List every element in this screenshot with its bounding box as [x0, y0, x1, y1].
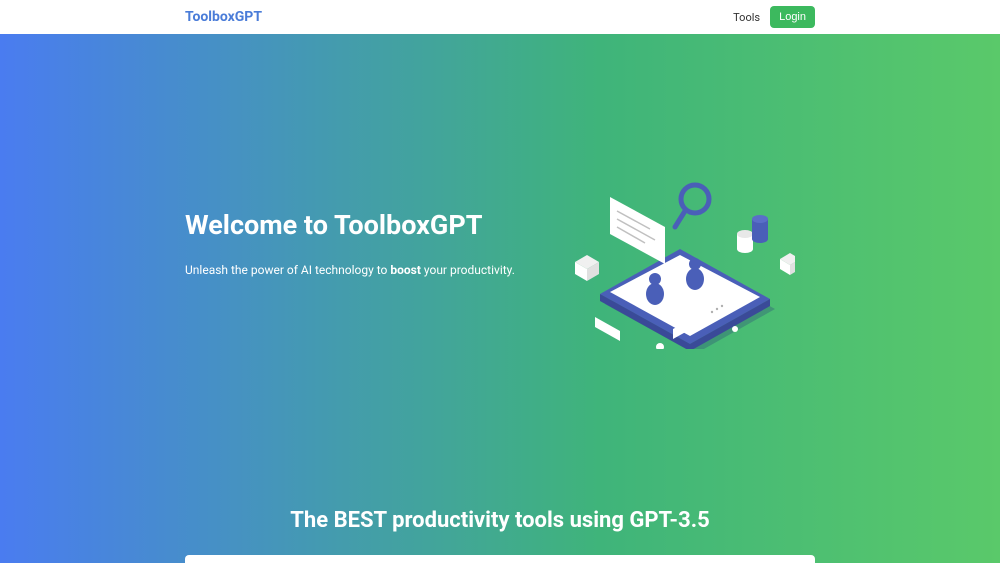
dot-icon: [656, 343, 664, 349]
cube-right-icon: [780, 253, 795, 275]
cube-left-icon: [575, 255, 599, 281]
hero-illustration: [565, 149, 795, 349]
hero-section: Welcome to ToolboxGPT Unleash the power …: [0, 34, 1000, 563]
navbar: ToolboxGPT Tools Login: [0, 0, 1000, 34]
magnifier-icon: [675, 185, 709, 227]
small-card-icon: [595, 317, 620, 341]
brand-logo[interactable]: ToolboxGPT: [185, 9, 262, 25]
hero-subtitle-bold: boost: [390, 263, 421, 277]
dot-icon: [732, 326, 738, 332]
content-box: [185, 555, 815, 563]
login-button[interactable]: Login: [770, 6, 815, 28]
hero-content: Welcome to ToolboxGPT Unleash the power …: [0, 209, 1000, 277]
nav-right: Tools Login: [733, 6, 815, 28]
section-title: The BEST productivity tools using GPT-3.…: [0, 508, 1000, 533]
hero-subtitle-post: your productivity.: [421, 263, 515, 277]
tablet-icon: [600, 249, 775, 349]
hero-subtitle-pre: Unleash the power of AI technology to: [185, 263, 390, 277]
card-left-icon: [610, 197, 665, 264]
cylinders-icon: [737, 215, 768, 253]
tools-link[interactable]: Tools: [733, 11, 760, 24]
